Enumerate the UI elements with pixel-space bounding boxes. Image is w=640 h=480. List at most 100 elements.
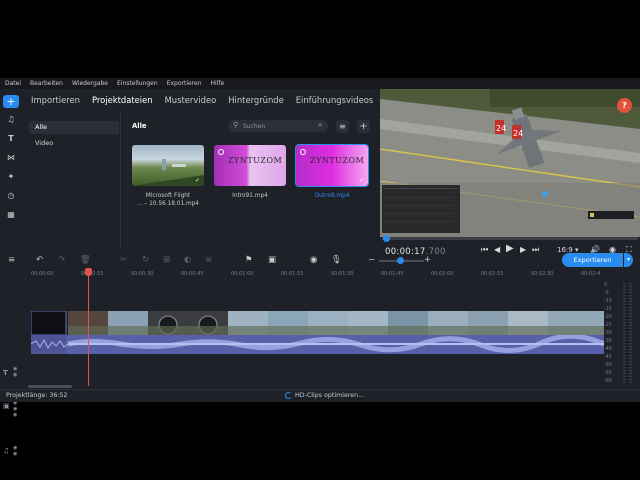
- list-icon[interactable]: ≡: [205, 255, 212, 265]
- crop-icon[interactable]: ⊞: [163, 255, 170, 265]
- lock-icon[interactable]: ◉: [13, 412, 17, 418]
- ruler-tick: 00:01:00: [231, 271, 254, 277]
- tab-projektdateien[interactable]: Projektdateien: [92, 95, 153, 105]
- lock-icon[interactable]: ◉: [13, 451, 17, 457]
- category-video[interactable]: Video: [29, 137, 119, 150]
- svg-text:24: 24: [513, 129, 523, 138]
- meter-label: 0: [604, 283, 608, 288]
- media-thumbnail-flight[interactable]: ✓: [132, 145, 204, 186]
- sort-icon[interactable]: ≡: [336, 120, 349, 133]
- import-tabs: Importieren Projektdateien Mustervideo H…: [23, 89, 380, 111]
- meter-label: -50: [604, 363, 612, 368]
- video-track-icon: ▣: [3, 402, 10, 410]
- text-track[interactable]: [28, 285, 604, 299]
- image-icon[interactable]: ▣: [268, 255, 276, 265]
- media-caption-outro: Outro9.mp4: [314, 193, 350, 199]
- category-list: Alle Video: [23, 111, 121, 250]
- outro-logo-text: ZYNTUZOM: [310, 156, 365, 165]
- record-icon: [218, 149, 224, 155]
- menu-einstellungen[interactable]: Einstellungen: [117, 80, 158, 87]
- rotate-icon[interactable]: ↻: [142, 255, 149, 265]
- meter-label: -35: [604, 339, 612, 344]
- video-clip-filmstrip[interactable]: [30, 310, 604, 336]
- flag-icon[interactable]: ⚑: [245, 255, 253, 265]
- ruler-tick: 00:01:45: [381, 271, 404, 277]
- media-caption-intro: Intro91.mp4: [232, 193, 268, 199]
- ruler-tick: 00:00:30: [131, 271, 154, 277]
- meter-label: -5: [604, 291, 609, 296]
- hd-optimize-status[interactable]: HD-Clips optimieren...: [295, 392, 364, 399]
- track-settings-icon[interactable]: ≡: [8, 255, 15, 265]
- media-thumbnail-outro[interactable]: ZYNTUZOM ✓: [295, 144, 369, 187]
- ruler-tick: 00:02:00: [431, 271, 454, 277]
- undo-icon[interactable]: ↶: [36, 255, 43, 265]
- ruler-tick: 00:02:15: [481, 271, 504, 277]
- export-button[interactable]: Exportieren: [562, 253, 623, 267]
- svg-text:24: 24: [496, 124, 506, 133]
- ruler-tick: 00:02:4: [581, 271, 601, 277]
- track-headers: T ◉ ◉ ▣ ◉ ◉ ◉ ♫ ◉ ◉: [0, 282, 28, 457]
- menu-datei[interactable]: Datei: [5, 80, 21, 87]
- category-alle[interactable]: Alle: [29, 121, 119, 134]
- meter-label: -30: [604, 331, 612, 336]
- video-track[interactable]: [30, 310, 604, 336]
- text-icon[interactable]: T: [3, 132, 19, 145]
- movavi-editor-window: Datei Bearbeiten Wiedergabe Einstellunge…: [0, 78, 640, 457]
- ruler-tick: 00:00:45: [181, 271, 204, 277]
- add-media-button[interactable]: +: [357, 120, 370, 133]
- meter-label: -40: [604, 347, 612, 352]
- music-track-icon: ♫: [3, 447, 10, 455]
- filters-icon[interactable]: ✦: [3, 170, 19, 183]
- search-input[interactable]: [243, 121, 315, 131]
- export-dropdown-button[interactable]: ▾: [624, 253, 633, 267]
- media-caption-flight: Microsoft Flight ... – 10.56.18.01.mp4: [136, 193, 199, 207]
- menu-exportieren[interactable]: Exportieren: [167, 80, 202, 87]
- left-toolbar: + ♫ T ⋈ ✦ ◷ ▦: [0, 89, 23, 250]
- meter-label: -10: [604, 299, 612, 304]
- tab-einfuehrungsvideos[interactable]: Einführungsvideos: [296, 95, 373, 105]
- loading-spinner-icon: [285, 392, 292, 399]
- cut-icon[interactable]: ✂: [120, 255, 127, 265]
- intro-logo-text: ZYNTUZOM: [228, 156, 283, 165]
- text-track-icon: T: [3, 369, 8, 377]
- ruler-tick: 00:01:15: [281, 271, 304, 277]
- playhead-line: [88, 270, 89, 386]
- preview-player[interactable]: 24 24: [380, 89, 640, 237]
- menu-hilfe[interactable]: Hilfe: [211, 80, 225, 87]
- zoom-slider-handle[interactable]: [397, 257, 404, 264]
- audio-waveform-track[interactable]: [31, 335, 604, 354]
- clear-icon[interactable]: ×: [317, 121, 323, 129]
- meter-label: -55: [604, 371, 612, 376]
- transitions-icon[interactable]: ⋈: [3, 151, 19, 164]
- tab-hintergruende[interactable]: Hintergründe: [228, 95, 284, 105]
- lock-icon[interactable]: ◉: [13, 372, 17, 378]
- meter-label: -25: [604, 323, 612, 328]
- music-icon[interactable]: ♫: [3, 113, 19, 126]
- media-section-title: Alle: [132, 122, 147, 130]
- marker-icon[interactable]: ◉: [310, 255, 317, 265]
- ruler-tick: 00:00:00: [31, 271, 54, 277]
- menu-wiedergabe[interactable]: Wiedergabe: [72, 80, 108, 87]
- zoom-out-icon[interactable]: −: [368, 255, 375, 265]
- tab-mustervideo[interactable]: Mustervideo: [165, 95, 217, 105]
- color-icon[interactable]: ◐: [184, 255, 191, 265]
- search-box[interactable]: ⚲ ×: [228, 120, 328, 132]
- trash-icon[interactable]: 🗑: [80, 255, 91, 265]
- zoom-in-icon[interactable]: +: [424, 255, 431, 265]
- help-button[interactable]: ?: [617, 98, 632, 113]
- tab-importieren[interactable]: Importieren: [31, 95, 80, 105]
- clock-icon[interactable]: ◷: [3, 189, 19, 202]
- media-thumbnail-intro[interactable]: ZYNTUZOM: [214, 145, 286, 186]
- menu-bearbeiten[interactable]: Bearbeiten: [30, 80, 63, 87]
- menu-bar: Datei Bearbeiten Wiedergabe Einstellunge…: [0, 78, 640, 89]
- grid-icon[interactable]: ▦: [3, 208, 19, 221]
- search-icon: ⚲: [233, 121, 239, 129]
- timeline-horizontal-scrollbar[interactable]: [28, 385, 72, 388]
- mic-icon[interactable]: 🎙: [331, 255, 342, 265]
- plus-icon[interactable]: +: [3, 95, 19, 108]
- redo-icon[interactable]: ↷: [58, 255, 65, 265]
- scrubber-handle[interactable]: [383, 235, 390, 242]
- meter-bar-right: [629, 283, 632, 383]
- ruler-tick: 00:02:30: [531, 271, 554, 277]
- preview-scrubber[interactable]: [382, 235, 638, 242]
